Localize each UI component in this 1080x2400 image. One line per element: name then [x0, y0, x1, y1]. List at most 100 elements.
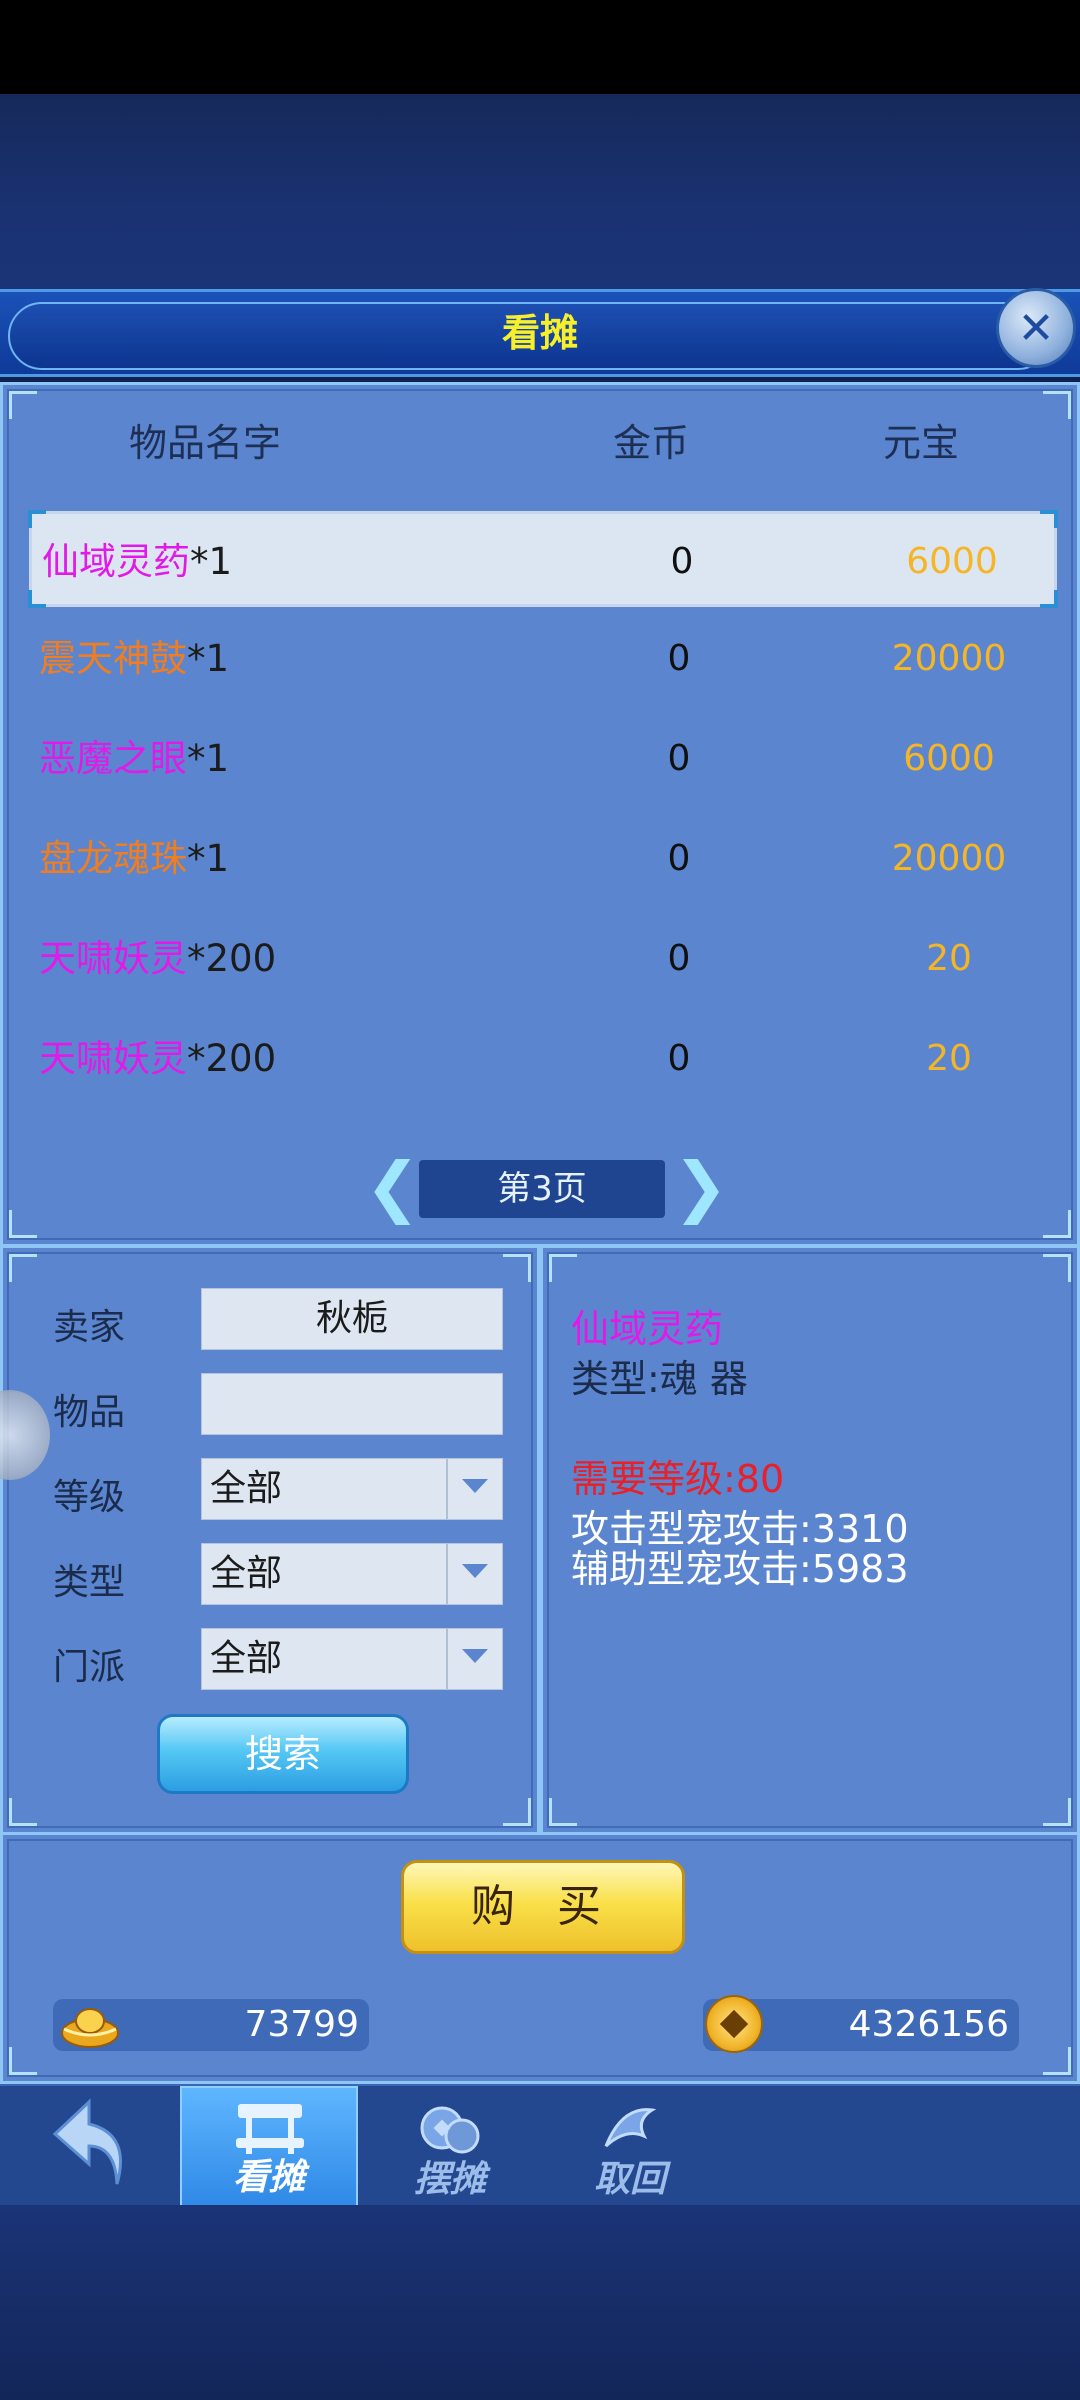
ingot-icon	[61, 2008, 119, 2048]
back-button[interactable]	[40, 2086, 140, 2208]
corner-ornament	[1043, 2047, 1071, 2075]
corner-ornament	[9, 2047, 37, 2075]
item-yuanbao-price: 20	[926, 938, 972, 979]
item-field[interactable]	[201, 1373, 503, 1435]
item-name-cell: 天啸妖灵*200	[39, 1011, 276, 1107]
tab-quhui-label: 取回	[593, 2159, 666, 2200]
item-name-cell: 天啸妖灵*200	[39, 911, 276, 1007]
coin-icon	[705, 1995, 763, 2053]
item-gold-price: 0	[667, 638, 691, 679]
background-top	[0, 94, 1080, 289]
level-select[interactable]: 全部	[201, 1458, 503, 1520]
item-value	[202, 1383, 210, 1424]
type-select[interactable]: 全部	[201, 1543, 503, 1605]
back-arrow-icon	[52, 2098, 122, 2185]
item-qty: *1	[187, 637, 230, 680]
item-gold-price: 0	[670, 541, 694, 582]
item-label: 物品	[53, 1392, 126, 1433]
tab-baitan[interactable]: 摆摊	[400, 2086, 500, 2208]
dropdown-arrow-icon[interactable]	[446, 1459, 502, 1519]
prev-page-icon[interactable]: ❮	[365, 1154, 420, 1221]
item-name-cell: 恶魔之眼*1	[39, 711, 229, 807]
item-qty: *1	[187, 737, 230, 780]
school-label: 门派	[53, 1647, 126, 1688]
corner-ornament	[9, 391, 37, 419]
item-yuanbao-price: 20	[926, 1038, 972, 1079]
list-item[interactable]: 天啸妖灵*200 0 20	[29, 1011, 1057, 1107]
page-indicator: 第3页	[419, 1160, 665, 1218]
background-bottom	[0, 2205, 1080, 2400]
search-panel: 卖家 秋栀 物品 等级 全部 类型 全部 门派 全部 搜索	[0, 1245, 540, 1835]
list-item[interactable]: 天啸妖灵*200 0 20	[29, 911, 1057, 1007]
corner-ornament	[9, 1798, 37, 1826]
item-yuanbao-price: 6000	[906, 541, 998, 582]
list-item[interactable]: 震天神鼓*1 0 20000	[29, 611, 1057, 707]
yuanbao-amount: 73799	[244, 2004, 359, 2045]
item-yuanbao-price: 6000	[903, 738, 995, 779]
corner-ornament	[1043, 391, 1071, 419]
purchase-panel: 购 买 73799 4326156	[0, 1832, 1080, 2084]
pager: ❮ 第3页 ❯	[3, 1154, 1080, 1225]
item-name: 天啸妖灵	[39, 1037, 187, 1080]
gold-balance: 4326156	[703, 1995, 1019, 2053]
corner-ornament	[1043, 1798, 1071, 1826]
dropdown-arrow-icon[interactable]	[446, 1544, 502, 1604]
yuanbao-balance: 73799	[53, 1999, 369, 2051]
bottom-nav: 看摊 摆摊 取回	[0, 2084, 1080, 2208]
corner-ornament	[1043, 1254, 1071, 1282]
item-gold-price: 0	[667, 738, 691, 779]
tab-quhui[interactable]: 取回	[580, 2086, 680, 2208]
type-value: 全部	[210, 1553, 283, 1594]
item-gold-price: 0	[667, 938, 691, 979]
item-qty: *200	[187, 937, 277, 980]
item-yuanbao-price: 20000	[891, 838, 1007, 879]
list-item[interactable]: 仙域灵药*1 0 6000	[28, 510, 1058, 610]
search-button[interactable]: 搜索	[157, 1714, 409, 1794]
corner-ornament	[503, 1254, 531, 1282]
item-list-panel: 物品名字 金币 元宝 仙域灵药*1 0 6000 震天神鼓*1 0 20000 …	[0, 382, 1080, 1247]
column-header-gold: 金币	[613, 421, 690, 465]
item-name-cell: 盘龙魂珠*1	[39, 811, 229, 907]
item-name: 恶魔之眼	[39, 737, 187, 780]
seller-field[interactable]: 秋栀	[201, 1288, 503, 1350]
page-title: 看摊	[501, 311, 578, 355]
item-qty: *1	[187, 837, 230, 880]
item-name: 天啸妖灵	[39, 937, 187, 980]
item-name: 盘龙魂珠	[39, 837, 187, 880]
list-item[interactable]: 恶魔之眼*1 0 6000	[29, 711, 1057, 807]
seller-label: 卖家	[53, 1307, 126, 1348]
gold-amount: 4326156	[848, 2004, 1009, 2045]
detail-required-level: 需要等级:80	[571, 1457, 785, 1501]
corner-ornament	[549, 1254, 577, 1282]
corner-ornament	[9, 1254, 37, 1282]
seller-value: 秋栀	[315, 1298, 388, 1339]
detail-item-type: 类型:魂 器	[571, 1357, 748, 1401]
column-header-yuanbao: 元宝	[883, 421, 960, 465]
tab-kantan[interactable]: 看摊	[180, 2086, 358, 2208]
item-gold-price: 0	[667, 1038, 691, 1079]
list-item[interactable]: 盘龙魂珠*1 0 20000	[29, 811, 1057, 907]
next-page-icon[interactable]: ❯	[673, 1154, 728, 1221]
item-name: 震天神鼓	[39, 637, 187, 680]
item-name-cell: 仙域灵药*1	[42, 514, 232, 610]
item-qty: *200	[187, 1037, 277, 1080]
status-bar	[0, 0, 1080, 94]
item-detail-panel: 仙域灵药 类型:魂 器 需要等级:80 攻击型宠攻击:3310 辅助型宠攻击:5…	[540, 1245, 1080, 1835]
item-qty: *1	[190, 540, 233, 583]
tab-kantan-label: 看摊	[232, 2157, 305, 2198]
column-header-name: 物品名字	[129, 421, 282, 465]
item-name: 仙域灵药	[42, 540, 190, 583]
close-button[interactable]: ✕	[996, 288, 1076, 368]
corner-ornament	[503, 1798, 531, 1826]
item-name-cell: 震天神鼓*1	[39, 611, 229, 707]
school-select[interactable]: 全部	[201, 1628, 503, 1690]
school-value: 全部	[210, 1638, 283, 1679]
type-label: 类型	[53, 1562, 126, 1603]
tab-baitan-label: 摆摊	[413, 2159, 486, 2200]
dropdown-arrow-icon[interactable]	[446, 1629, 502, 1689]
detail-item-name: 仙域灵药	[571, 1307, 724, 1351]
level-label: 等级	[53, 1477, 126, 1518]
item-gold-price: 0	[667, 838, 691, 879]
buy-button[interactable]: 购 买	[401, 1860, 685, 1954]
detail-support-pet: 辅助型宠攻击:5983	[571, 1547, 909, 1591]
